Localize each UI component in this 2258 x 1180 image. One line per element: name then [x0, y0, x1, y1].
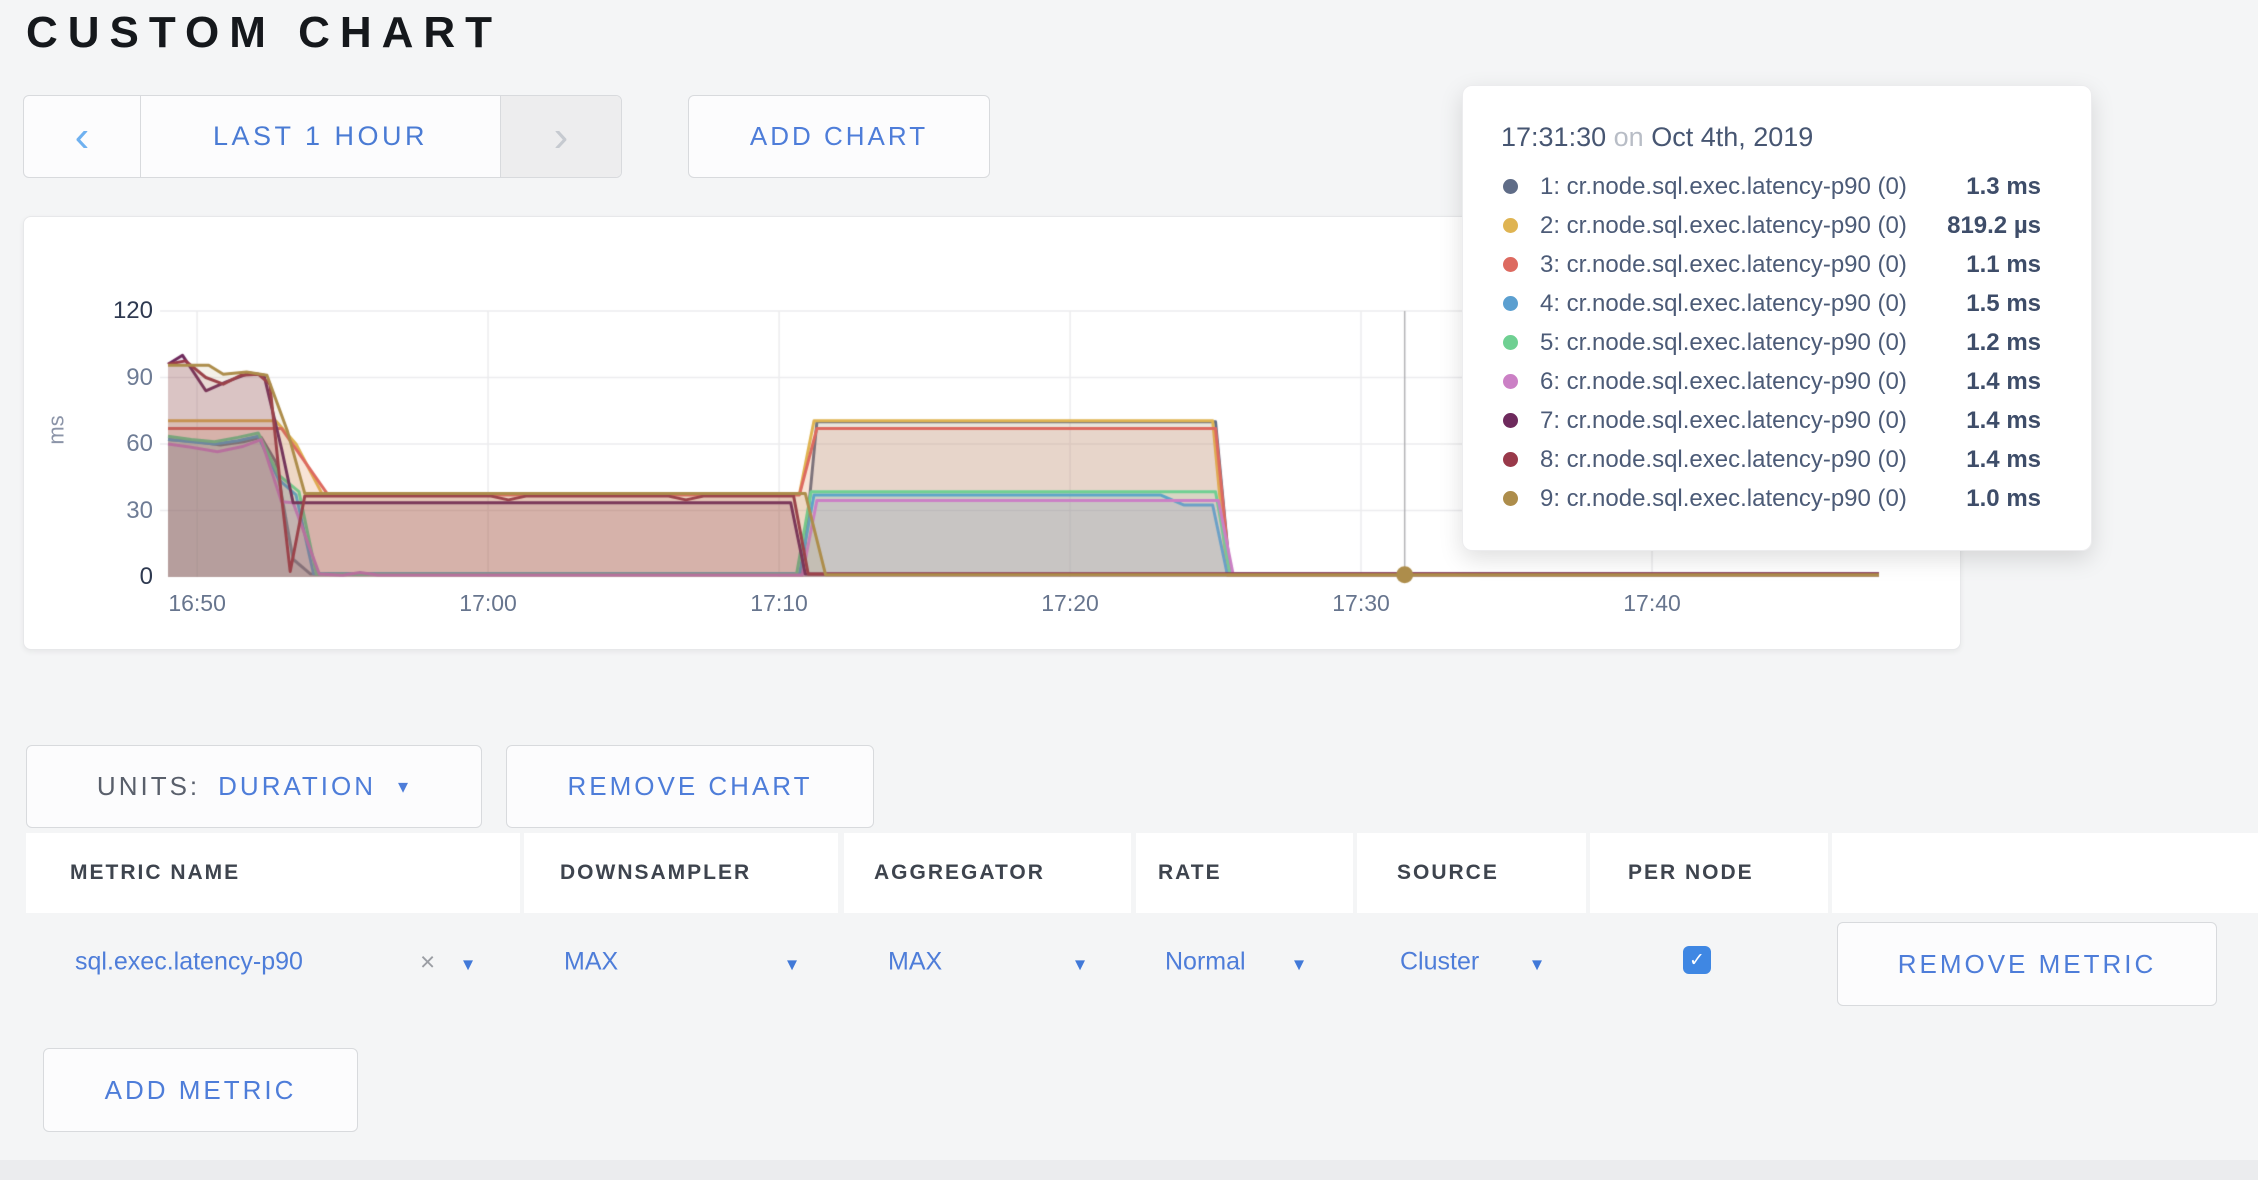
header-downsampler: DOWNSAMPLER	[524, 833, 838, 913]
time-range-picker[interactable]: ‹ LAST 1 HOUR ›	[23, 95, 622, 178]
x-tick-label: 17:10	[750, 590, 808, 617]
series-color-dot	[1503, 257, 1518, 272]
series-value: 819.2 µs	[1947, 212, 2041, 240]
tooltip-series-row: 5: cr.node.sql.exec.latency-p90 (0) 1.2 m…	[1463, 323, 2091, 362]
x-tick-label: 17:30	[1332, 590, 1390, 617]
tooltip-series-row: 2: cr.node.sql.exec.latency-p90 (0) 819.2…	[1463, 206, 2091, 245]
header-actions	[1832, 833, 2258, 913]
series-value: 1.0 ms	[1966, 485, 2041, 513]
series-color-dot	[1503, 179, 1518, 194]
series-label: 8: cr.node.sql.exec.latency-p90 (0)	[1540, 446, 1907, 474]
chart-hover-tooltip: 17:31:30 on Oct 4th, 2019 1: cr.node.sql…	[1462, 85, 2092, 551]
add-metric-button[interactable]: ADD METRIC	[43, 1048, 358, 1132]
x-tick-label: 17:20	[1041, 590, 1099, 617]
units-value: DURATION	[218, 771, 376, 802]
series-value: 1.5 ms	[1966, 290, 2041, 318]
source-select[interactable]: Cluster	[1400, 948, 1479, 977]
header-aggregator: AGGREGATOR	[844, 833, 1131, 913]
series-value: 1.4 ms	[1966, 446, 2041, 474]
series-value: 1.2 ms	[1966, 329, 2041, 357]
series-label: 9: cr.node.sql.exec.latency-p90 (0)	[1540, 485, 1907, 513]
series-color-dot	[1503, 374, 1518, 389]
series-color-dot	[1503, 491, 1518, 506]
y-tick-label: 60	[126, 430, 153, 458]
tooltip-series-row: 4: cr.node.sql.exec.latency-p90 (0) 1.5 m…	[1463, 284, 2091, 323]
y-tick-label: 90	[126, 364, 153, 392]
tooltip-series-row: 8: cr.node.sql.exec.latency-p90 (0) 1.4 m…	[1463, 440, 2091, 479]
series-color-dot	[1503, 218, 1518, 233]
tooltip-series-row: 9: cr.node.sql.exec.latency-p90 (0) 1.0 m…	[1463, 479, 2091, 518]
clear-metric-icon[interactable]: ×	[420, 947, 435, 978]
y-tick-label: 0	[140, 563, 153, 591]
page-footer-strip	[0, 1160, 2258, 1180]
series-label: 4: cr.node.sql.exec.latency-p90 (0)	[1540, 290, 1907, 318]
series-color-dot	[1503, 413, 1518, 428]
series-label: 1: cr.node.sql.exec.latency-p90 (0)	[1540, 173, 1907, 201]
series-value: 1.1 ms	[1966, 251, 2041, 279]
tooltip-series-list: 1: cr.node.sql.exec.latency-p90 (0) 1.3 m…	[1463, 167, 2091, 518]
header-per-node: PER NODE	[1590, 833, 1828, 913]
series-label: 6: cr.node.sql.exec.latency-p90 (0)	[1540, 368, 1907, 396]
tooltip-series-row: 3: cr.node.sql.exec.latency-p90 (0) 1.1 m…	[1463, 245, 2091, 284]
per-node-checkbox[interactable]: ✓	[1683, 946, 1711, 974]
rate-dropdown-icon[interactable]: ▾	[1294, 952, 1304, 977]
metric-name-dropdown-icon[interactable]: ▾	[463, 952, 473, 977]
series-label: 3: cr.node.sql.exec.latency-p90 (0)	[1540, 251, 1907, 279]
series-label: 7: cr.node.sql.exec.latency-p90 (0)	[1540, 407, 1907, 435]
x-tick-label: 17:00	[459, 590, 517, 617]
remove-chart-button[interactable]: REMOVE CHART	[506, 745, 874, 828]
time-range-prev-button[interactable]: ‹	[24, 96, 141, 177]
metric-name-value[interactable]: sql.exec.latency-p90	[75, 948, 303, 977]
page-title: CUSTOM CHART	[26, 8, 502, 58]
series-label: 5: cr.node.sql.exec.latency-p90 (0)	[1540, 329, 1907, 357]
add-chart-button[interactable]: ADD CHART	[688, 95, 990, 178]
remove-metric-button[interactable]: REMOVE METRIC	[1837, 922, 2217, 1006]
y-tick-label: 30	[126, 497, 153, 525]
source-dropdown-icon[interactable]: ▾	[1532, 952, 1542, 977]
tooltip-series-row: 6: cr.node.sql.exec.latency-p90 (0) 1.4 m…	[1463, 362, 2091, 401]
aggregator-select[interactable]: MAX	[888, 948, 942, 977]
x-tick-label: 17:40	[1623, 590, 1681, 617]
series-label: 2: cr.node.sql.exec.latency-p90 (0)	[1540, 212, 1907, 240]
time-range-next-button[interactable]: ›	[500, 96, 621, 177]
aggregator-dropdown-icon[interactable]: ▾	[1075, 952, 1085, 977]
tooltip-series-row: 1: cr.node.sql.exec.latency-p90 (0) 1.3 m…	[1463, 167, 2091, 206]
chevron-left-icon: ‹	[75, 112, 90, 162]
header-source: SOURCE	[1357, 833, 1586, 913]
series-value: 1.4 ms	[1966, 407, 2041, 435]
chevron-down-icon: ▾	[398, 774, 411, 799]
y-tick-label: 120	[113, 297, 153, 325]
header-rate: RATE	[1136, 833, 1353, 913]
series-color-dot	[1503, 296, 1518, 311]
series-color-dot	[1503, 335, 1518, 350]
units-label: UNITS:	[97, 771, 200, 802]
units-dropdown[interactable]: UNITS: DURATION ▾	[26, 745, 482, 828]
chevron-right-icon: ›	[554, 112, 569, 162]
series-value: 1.3 ms	[1966, 173, 2041, 201]
time-range-label[interactable]: LAST 1 HOUR	[141, 96, 500, 177]
series-color-dot	[1503, 452, 1518, 467]
downsampler-dropdown-icon[interactable]: ▾	[787, 952, 797, 977]
check-icon: ✓	[1689, 949, 1705, 972]
header-metric-name: METRIC NAME	[26, 833, 520, 913]
series-value: 1.4 ms	[1966, 368, 2041, 396]
tooltip-timestamp: 17:31:30 on Oct 4th, 2019	[1501, 122, 2091, 153]
downsampler-select[interactable]: MAX	[564, 948, 618, 977]
rate-select[interactable]: Normal	[1165, 948, 1246, 977]
tooltip-series-row: 7: cr.node.sql.exec.latency-p90 (0) 1.4 m…	[1463, 401, 2091, 440]
y-axis-unit-label: ms	[44, 415, 70, 444]
x-tick-label: 16:50	[168, 590, 226, 617]
